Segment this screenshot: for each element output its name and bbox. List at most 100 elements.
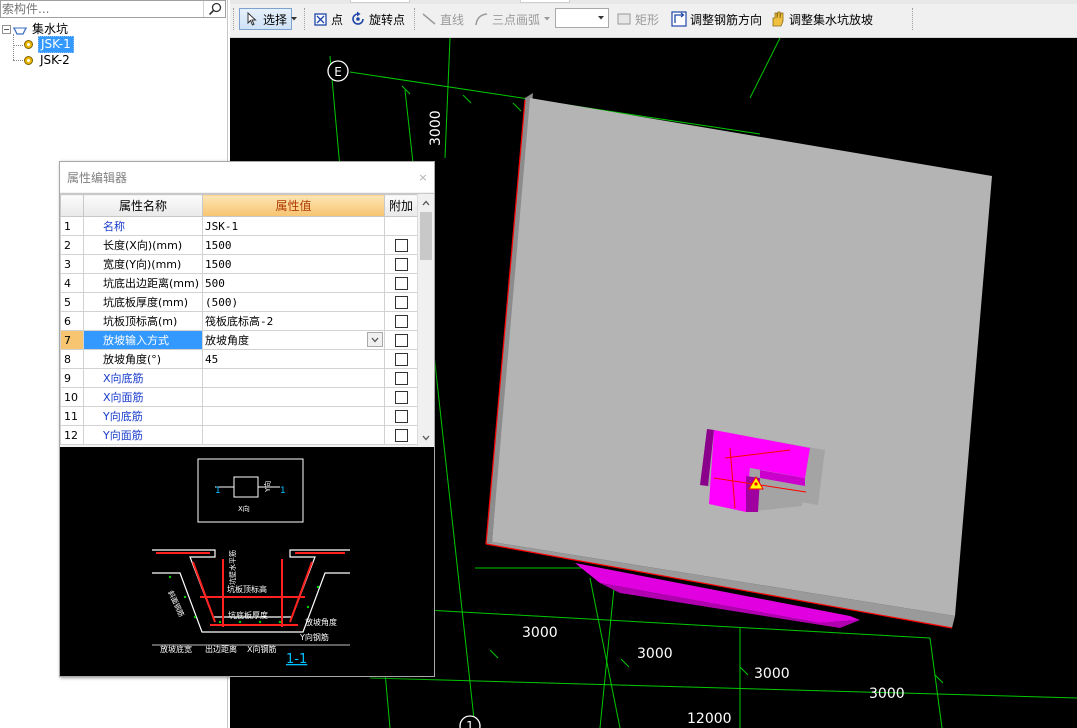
axis-label-e: E [334, 65, 342, 79]
rebar-direction-icon [671, 11, 687, 27]
property-value-cell[interactable]: JSK-1 [202, 216, 385, 236]
extra-checkbox[interactable] [394, 428, 408, 442]
property-row[interactable]: 8 放坡角度(°) 45 [60, 349, 418, 369]
property-name-cell[interactable]: Y向面筋 [83, 425, 203, 445]
property-name-header[interactable]: 属性名称 [83, 194, 203, 217]
property-row[interactable]: 3 宽度(Y向)(mm) 1500 [60, 254, 418, 274]
extra-checkbox[interactable] [394, 371, 408, 385]
property-value-cell[interactable]: 放坡角度 [202, 330, 385, 350]
slope-angle-label: 放坡角度 [305, 617, 337, 627]
bottom-thickness-label: 坑底板厚度 [228, 610, 268, 620]
chevron-down-icon [598, 16, 604, 20]
property-name-cell[interactable]: X向底筋 [83, 368, 203, 388]
property-editor-dialog[interactable]: 属性编辑器 × 属性名称 属性值 附加 1 名称 JSK-1 2 长度(X向)(mm) 1… [59, 161, 435, 677]
extra-checkbox[interactable] [394, 390, 408, 404]
property-grid-scrollbar[interactable] [417, 194, 434, 446]
property-name-cell[interactable]: X向面筋 [83, 387, 203, 407]
close-button[interactable]: × [416, 170, 430, 184]
property-name-cell[interactable]: 坑底出边距离(mm) [83, 273, 203, 293]
property-row[interactable]: 10 X向面筋 [60, 387, 418, 407]
tree-item-jsk-1[interactable]: JSK-1 [23, 36, 74, 53]
tree-item-jsk-2[interactable]: JSK-2 [23, 53, 72, 68]
extra-checkbox[interactable] [394, 314, 408, 328]
property-name-cell[interactable]: 宽度(Y向)(mm) [83, 254, 203, 274]
three-point-arc-button[interactable]: 三点画弧 [473, 8, 540, 30]
property-value-header[interactable]: 属性值 [202, 194, 385, 217]
row-number: 1 [60, 216, 84, 236]
extra-checkbox[interactable] [394, 295, 408, 309]
arc-mode-dropdown-arrow[interactable] [543, 8, 551, 30]
select-button[interactable]: 选择 [239, 8, 293, 30]
axis-label-1: 1 [466, 719, 474, 728]
extra-header[interactable]: 附加 [384, 194, 418, 217]
extra-checkbox[interactable] [394, 409, 408, 423]
extra-cell [384, 330, 418, 350]
line-tool-button[interactable]: 直线 [421, 8, 464, 30]
close-icon: × [418, 170, 428, 184]
property-row[interactable]: 2 长度(X向)(mm) 1500 [60, 235, 418, 255]
point-box-icon [312, 11, 328, 27]
adjust-pit-slope-button[interactable]: 调整集水坑放坡 [770, 8, 873, 30]
adjust-rebar-direction-button[interactable]: 调整钢筋方向 [671, 8, 762, 30]
tree-item-label: JSK-1 [38, 36, 74, 53]
property-row[interactable]: 5 坑底板厚度(mm) (500) [60, 292, 418, 312]
property-name-cell[interactable]: 名称 [83, 216, 203, 236]
property-row[interactable]: 4 坑底出边距离(mm) 500 [60, 273, 418, 293]
property-row[interactable]: 11 Y向底筋 [60, 406, 418, 426]
row-number: 7 [60, 330, 84, 350]
property-name-cell[interactable]: 坑底板厚度(mm) [83, 292, 203, 312]
property-value-cell[interactable] [202, 425, 385, 445]
scroll-down-button[interactable] [418, 429, 434, 446]
tree-collapse-toggle[interactable]: − [2, 25, 11, 34]
component-search-input[interactable] [1, 1, 201, 17]
extra-cell [384, 425, 418, 445]
property-value-cell[interactable] [202, 368, 385, 388]
extra-checkbox[interactable] [394, 352, 408, 366]
property-name-cell[interactable]: Y向底筋 [83, 406, 203, 426]
property-row[interactable]: 9 X向底筋 [60, 368, 418, 388]
value-dropdown-button[interactable] [367, 332, 383, 347]
extra-cell [384, 368, 418, 388]
extra-cell [384, 292, 418, 312]
extra-checkbox[interactable] [394, 276, 408, 290]
rotate-point-button[interactable]: 旋转点 [350, 8, 405, 30]
property-value-text: 1500 [205, 238, 232, 252]
property-value-text: 500 [205, 276, 225, 290]
scroll-thumb[interactable] [420, 212, 432, 260]
property-name-cell[interactable]: 放坡角度(°) [83, 349, 203, 369]
property-value-cell[interactable]: 500 [202, 273, 385, 293]
property-row[interactable]: 12 Y向面筋 [60, 425, 418, 445]
property-value-cell[interactable] [202, 387, 385, 407]
extra-checkbox[interactable] [394, 333, 408, 347]
property-row[interactable]: 7 放坡输入方式 放坡角度 [60, 330, 418, 350]
property-value-cell[interactable] [202, 406, 385, 426]
property-value-cell[interactable]: 筏板底标高-2 [202, 311, 385, 331]
extra-cell [384, 311, 418, 331]
rectangle-tool-button[interactable]: 矩形 [616, 8, 659, 30]
property-value-cell[interactable]: 1500 [202, 235, 385, 255]
property-name-cell[interactable]: 坑板顶标高(m) [83, 311, 203, 331]
property-name-cell[interactable]: 长度(X向)(mm) [83, 235, 203, 255]
property-value-text: 筏板底标高-2 [205, 315, 274, 328]
arc-parameter-dropdown[interactable] [555, 8, 609, 28]
extra-cell [384, 273, 418, 293]
property-row[interactable]: 1 名称 JSK-1 [60, 216, 418, 236]
row-number: 11 [60, 406, 84, 426]
row-number: 9 [60, 368, 84, 388]
adjust-pit-slope-label: 调整集水坑放坡 [789, 12, 874, 27]
property-name-cell[interactable]: 放坡输入方式 [83, 330, 203, 350]
extra-cell [384, 349, 418, 369]
point-tool-button[interactable]: 点 [312, 8, 343, 30]
dim-label: 3000 [869, 686, 905, 702]
scroll-up-button[interactable] [418, 194, 434, 211]
select-mode-dropdown-arrow[interactable] [290, 8, 298, 30]
property-value-cell[interactable]: (500) [202, 292, 385, 312]
property-row[interactable]: 6 坑板顶标高(m) 筏板底标高-2 [60, 311, 418, 331]
extra-checkbox[interactable] [394, 238, 408, 252]
property-editor-titlebar[interactable]: 属性编辑器 × [60, 162, 434, 192]
point-tool-label: 点 [331, 12, 344, 27]
property-value-cell[interactable]: 45 [202, 349, 385, 369]
search-button[interactable] [203, 1, 225, 17]
extra-checkbox[interactable] [394, 257, 408, 271]
property-value-cell[interactable]: 1500 [202, 254, 385, 274]
